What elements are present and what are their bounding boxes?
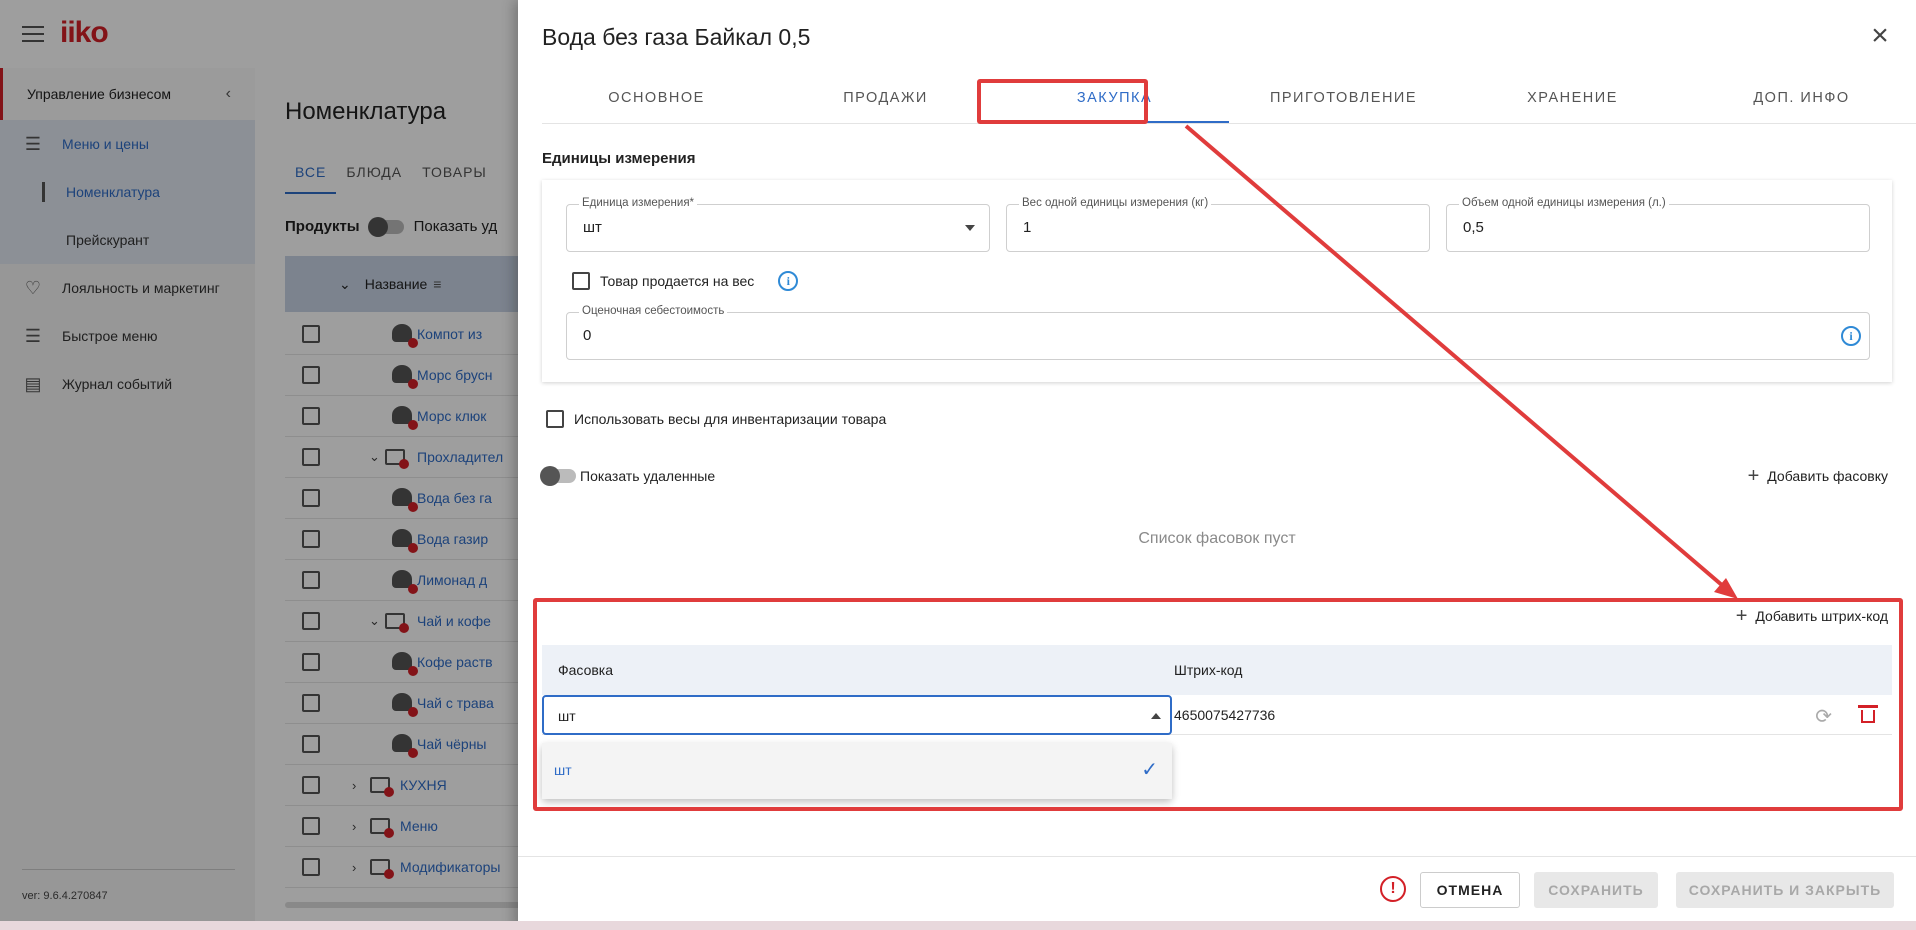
cost-value: 0 [583, 327, 592, 344]
add-barcode-button[interactable]: + Добавить штрих-код [1735, 605, 1888, 627]
tab-extra-info[interactable]: ДОП. ИНФО [1687, 76, 1916, 123]
show-deleted-toggle[interactable] [540, 466, 576, 486]
save-close-button[interactable]: СОХРАНИТЬ И ЗАКРЫТЬ [1676, 872, 1894, 908]
check-icon: ✓ [1141, 759, 1158, 781]
dialog-title: Вода без газа Байкал 0,5 [542, 24, 811, 50]
weight-label: Вес одной единицы измерения (кг) [1019, 197, 1212, 209]
barcode-row: шт 4650075427736 ⟳ [542, 695, 1892, 735]
delete-icon[interactable] [1858, 705, 1878, 723]
info-icon[interactable]: i [1841, 326, 1861, 346]
plus-icon: + [1747, 465, 1760, 487]
unit-label: Единица измерения* [579, 197, 698, 209]
unit-value: шт [583, 219, 602, 236]
sold-by-weight-checkbox[interactable] [572, 272, 590, 290]
use-scales-row: Использовать весы для инвентаризации тов… [546, 410, 886, 428]
plus-icon: + [1735, 605, 1748, 627]
divider [518, 856, 1916, 857]
use-scales-checkbox[interactable] [546, 410, 564, 428]
cancel-button[interactable]: ОТМЕНА [1420, 872, 1520, 908]
package-select[interactable]: шт [542, 695, 1172, 735]
sold-by-weight-row: Товар продается на вес i [572, 271, 799, 291]
sold-by-weight-label: Товар продается на вес [600, 273, 755, 289]
refresh-icon[interactable]: ⟳ [1815, 704, 1832, 729]
tab-purchase[interactable]: ЗАКУПКА [1000, 76, 1229, 123]
packages-empty-text: Список фасовок пуст [1138, 530, 1296, 547]
volume-field[interactable]: Объем одной единицы измерения (л.) 0,5 [1446, 197, 1870, 252]
cost-label: Оценочная себестоимость [579, 305, 728, 317]
add-package-button[interactable]: + Добавить фасовку [1747, 465, 1888, 487]
show-deleted-label: Показать удаленные [580, 468, 716, 484]
barcode-table-header: Фасовка Штрих-код [542, 645, 1892, 695]
show-deleted-row: Показать удаленные [540, 466, 716, 486]
volume-label: Объем одной единицы измерения (л.) [1459, 197, 1669, 209]
taskbar [0, 921, 1916, 930]
use-scales-label: Использовать весы для инвентаризации тов… [574, 411, 887, 427]
dropdown-option-label: шт [554, 762, 572, 778]
add-package-label: Добавить фасовку [1767, 468, 1888, 484]
weight-field[interactable]: Вес одной единицы измерения (кг) 1 [1006, 197, 1430, 252]
column-barcode: Штрих-код [1174, 662, 1243, 678]
dropdown-arrow-icon[interactable] [1151, 713, 1161, 719]
save-button[interactable]: СОХРАНИТЬ [1534, 872, 1658, 908]
unit-select[interactable]: Единица измерения* шт [566, 197, 990, 252]
units-section-title: Единицы измерения [542, 150, 696, 167]
tab-sales[interactable]: ПРОДАЖИ [771, 76, 1000, 123]
close-icon[interactable]: × [1866, 21, 1894, 52]
barcode-value[interactable]: 4650075427736 [1174, 707, 1275, 723]
units-card: Единица измерения* шт Вес одной единицы … [542, 180, 1892, 382]
info-icon[interactable]: i [778, 271, 799, 291]
package-dropdown-menu: шт ✓ [542, 743, 1172, 799]
column-package: Фасовка [558, 662, 614, 678]
cost-field[interactable]: Оценочная себестоимость 0 i [566, 305, 1870, 360]
tab-cooking[interactable]: ПРИГОТОВЛЕНИЕ [1229, 76, 1458, 123]
warning-icon[interactable]: ! [1380, 876, 1406, 902]
dropdown-arrow-icon[interactable] [965, 225, 975, 231]
package-select-value: шт [558, 708, 576, 724]
dialog-tabs: ОСНОВНОЕ ПРОДАЖИ ЗАКУПКА ПРИГОТОВЛЕНИЕ Х… [542, 76, 1916, 124]
add-barcode-label: Добавить штрих-код [1755, 608, 1888, 624]
product-edit-dialog: Вода без газа Байкал 0,5 × ОСНОВНОЕ ПРОД… [518, 0, 1916, 930]
tab-storage[interactable]: ХРАНЕНИЕ [1458, 76, 1687, 123]
dropdown-option[interactable]: шт ✓ [542, 743, 1172, 799]
tab-basic[interactable]: ОСНОВНОЕ [542, 76, 771, 123]
volume-value: 0,5 [1463, 219, 1484, 236]
weight-value: 1 [1023, 219, 1032, 236]
